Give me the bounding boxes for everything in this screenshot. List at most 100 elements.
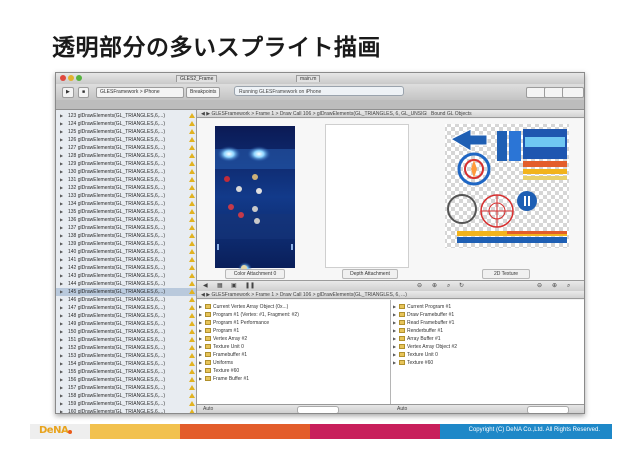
jump-bar-bottom[interactable]: ◀ ▶ GLESFramework > Frame 1 > Draw Call … — [197, 291, 584, 299]
navigator-row[interactable]: ▶ 140 glDrawElements(GL_TRIANGLES,6,...) — [56, 248, 196, 256]
navigator-row[interactable]: ▶ 126 glDrawElements(GL_TRIANGLES,6,...) — [56, 136, 196, 144]
navigator-row[interactable]: ▶ 151 glDrawElements(GL_TRIANGLES,6,...) — [56, 336, 196, 344]
navigator-row[interactable]: ▶ 124 glDrawElements(GL_TRIANGLES,6,...) — [56, 120, 196, 128]
stop-button[interactable]: ■ — [78, 87, 90, 98]
disclosure-icon[interactable]: ▶ — [60, 232, 63, 240]
navigator-row[interactable]: ▶ 149 glDrawElements(GL_TRIANGLES,6,...) — [56, 320, 196, 328]
bound-object-row[interactable]: ▶ Vertex Array #2 — [197, 335, 390, 343]
navigator-row[interactable]: ▶ 160 glDrawElements(GL_TRIANGLES,6,...) — [56, 408, 196, 413]
navigator-row[interactable]: ▶ 142 glDrawElements(GL_TRIANGLES,6,...) — [56, 264, 196, 272]
disclosure-icon[interactable]: ▶ — [393, 303, 396, 311]
reload-icon[interactable]: ↻ — [459, 283, 464, 289]
navigator-row[interactable]: ▶ 158 glDrawElements(GL_TRIANGLES,6,...) — [56, 392, 196, 400]
breakpoints-button[interactable]: Breakpoints — [186, 87, 221, 98]
bound-object-row[interactable]: ▶ Texture Unit 0 — [391, 351, 584, 359]
disclosure-icon[interactable]: ▶ — [60, 208, 63, 216]
disclosure-icon[interactable]: ▶ — [393, 351, 396, 359]
bound-object-row[interactable]: ▶ Array Buffer #1 — [391, 335, 584, 343]
disclosure-icon[interactable]: ▶ — [199, 311, 202, 319]
bound-object-row[interactable]: ▶ Framebuffer #1 — [197, 351, 390, 359]
navigator-row[interactable]: ▶ 154 glDrawElements(GL_TRIANGLES,6,...) — [56, 360, 196, 368]
filter-field-left[interactable] — [297, 406, 339, 413]
bound-object-row[interactable]: ▶ Renderbuffer #1 — [391, 327, 584, 335]
bound-object-row[interactable]: ▶ Read Framebuffer #1 — [391, 319, 584, 327]
navigator-row[interactable]: ▶ 141 glDrawElements(GL_TRIANGLES,6,...) — [56, 256, 196, 264]
disclosure-icon[interactable]: ▶ — [60, 112, 63, 120]
disclosure-icon[interactable]: ▶ — [60, 368, 63, 376]
navigator-row[interactable]: ▶ 133 glDrawElements(GL_TRIANGLES,6,...) — [56, 192, 196, 200]
disclosure-icon[interactable]: ▶ — [199, 367, 202, 375]
disclosure-icon[interactable]: ▶ — [199, 335, 202, 343]
disclosure-icon[interactable]: ▶ — [60, 344, 63, 352]
tab-frame[interactable]: GLES2_Frame — [176, 75, 218, 82]
navigator-row[interactable]: ▶ 155 glDrawElements(GL_TRIANGLES,6,...) — [56, 368, 196, 376]
navigator-row[interactable]: ▶ 150 glDrawElements(GL_TRIANGLES,6,...) — [56, 328, 196, 336]
jump-bar-texture[interactable]: Bound GL Objects — [427, 110, 584, 118]
search-icon[interactable]: ⌕ — [447, 283, 450, 289]
bound-object-row[interactable]: ▶ Texture Unit 0 — [197, 343, 390, 351]
navigator-row[interactable]: ▶ 132 glDrawElements(GL_TRIANGLES,6,...) — [56, 184, 196, 192]
disclosure-icon[interactable]: ▶ — [393, 327, 396, 335]
disclosure-icon[interactable]: ▶ — [60, 328, 63, 336]
bound-objects-right[interactable]: ▶ Current Program #1 ▶ Draw Framebuffer #1 ▶… — [391, 300, 584, 404]
navigator-row[interactable]: ▶ 159 glDrawElements(GL_TRIANGLES,6,...) — [56, 400, 196, 408]
disclosure-icon[interactable]: ▶ — [60, 320, 63, 328]
disclosure-icon[interactable]: ▶ — [60, 392, 63, 400]
navigator-row[interactable]: ▶ 144 glDrawElements(GL_TRIANGLES,6,...) — [56, 280, 196, 288]
back-icon[interactable]: ◀ — [203, 283, 208, 289]
grid-icon[interactable]: ▦ — [217, 283, 223, 289]
scheme-selector[interactable]: GLESFramework > iPhone — [96, 87, 184, 98]
navigator-row[interactable]: ▶ 145 glDrawElements(GL_TRIANGLES,6,...) — [56, 288, 196, 296]
navigator-row[interactable]: ▶ 131 glDrawElements(GL_TRIANGLES,6,...) — [56, 176, 196, 184]
bound-object-row[interactable]: ▶ Program #1 (Vertex: #1, Fragment: #2) — [197, 311, 390, 319]
disclosure-icon[interactable]: ▶ — [199, 319, 202, 327]
run-button[interactable]: ▶ — [62, 87, 74, 98]
texture-zoom-in-icon[interactable]: ⊕ — [552, 283, 557, 289]
view-toggle-button[interactable] — [562, 87, 584, 98]
navigator-row[interactable]: ▶ 137 glDrawElements(GL_TRIANGLES,6,...) — [56, 224, 196, 232]
disclosure-icon[interactable]: ▶ — [60, 240, 63, 248]
texture-search-icon[interactable]: ⌕ — [567, 283, 570, 289]
navigator-row[interactable]: ▶ 138 glDrawElements(GL_TRIANGLES,6,...) — [56, 232, 196, 240]
bound-object-row[interactable]: ▶ Vertex Array Object #2 — [391, 343, 584, 351]
disclosure-icon[interactable]: ▶ — [60, 384, 63, 392]
texture-pane[interactable]: 2D Texture — [427, 119, 584, 280]
disclosure-icon[interactable]: ▶ — [60, 256, 63, 264]
navigator-row[interactable]: ▶ 156 glDrawElements(GL_TRIANGLES,6,...) — [56, 376, 196, 384]
navigator-row[interactable]: ▶ 128 glDrawElements(GL_TRIANGLES,6,...) — [56, 152, 196, 160]
zoom-out-icon[interactable]: ⊖ — [417, 283, 422, 289]
bound-object-row[interactable]: ▶ Current Program #1 — [391, 303, 584, 311]
disclosure-icon[interactable]: ▶ — [199, 359, 202, 367]
navigator-row[interactable]: ▶ 127 glDrawElements(GL_TRIANGLES,6,...) — [56, 144, 196, 152]
disclosure-icon[interactable]: ▶ — [393, 319, 396, 327]
bound-object-row[interactable]: ▶ Texture #60 — [197, 367, 390, 375]
disclosure-icon[interactable]: ▶ — [60, 224, 63, 232]
disclosure-icon[interactable]: ▶ — [60, 248, 63, 256]
disclosure-icon[interactable]: ▶ — [199, 303, 202, 311]
disclosure-icon[interactable]: ▶ — [60, 400, 63, 408]
disclosure-icon[interactable]: ▶ — [60, 152, 63, 160]
zoom-in-icon[interactable]: ⊕ — [432, 283, 437, 289]
texture-zoom-out-icon[interactable]: ⊖ — [537, 283, 542, 289]
navigator-row[interactable]: ▶ 152 glDrawElements(GL_TRIANGLES,6,...) — [56, 344, 196, 352]
disclosure-icon[interactable]: ▶ — [199, 343, 202, 351]
jump-bar-top[interactable]: ◀ ▶ GLESFramework > Frame 1 > Draw Call … — [197, 110, 427, 118]
bound-object-row[interactable]: ▶ Uniforms — [197, 359, 390, 367]
disclosure-icon[interactable]: ▶ — [60, 136, 63, 144]
tab-main[interactable]: main.m — [296, 75, 321, 82]
zoom-window-button[interactable] — [76, 75, 82, 81]
navigator-row[interactable]: ▶ 129 glDrawElements(GL_TRIANGLES,6,...) — [56, 160, 196, 168]
disclosure-icon[interactable]: ▶ — [60, 376, 63, 384]
navigator-row[interactable]: ▶ 130 glDrawElements(GL_TRIANGLES,6,...) — [56, 168, 196, 176]
navigator-row[interactable]: ▶ 135 glDrawElements(GL_TRIANGLES,6,...) — [56, 208, 196, 216]
disclosure-icon[interactable]: ▶ — [60, 272, 63, 280]
navigator-row[interactable]: ▶ 147 glDrawElements(GL_TRIANGLES,6,...) — [56, 304, 196, 312]
disclosure-icon[interactable]: ▶ — [60, 408, 63, 413]
disclosure-icon[interactable]: ▶ — [393, 359, 396, 367]
disclosure-icon[interactable]: ▶ — [60, 360, 63, 368]
disclosure-icon[interactable]: ▶ — [60, 304, 63, 312]
disclosure-icon[interactable]: ▶ — [60, 184, 63, 192]
navigator-row[interactable]: ▶ 153 glDrawElements(GL_TRIANGLES,6,...) — [56, 352, 196, 360]
auto-console-selector[interactable]: Auto — [397, 406, 407, 412]
disclosure-icon[interactable]: ▶ — [60, 192, 63, 200]
